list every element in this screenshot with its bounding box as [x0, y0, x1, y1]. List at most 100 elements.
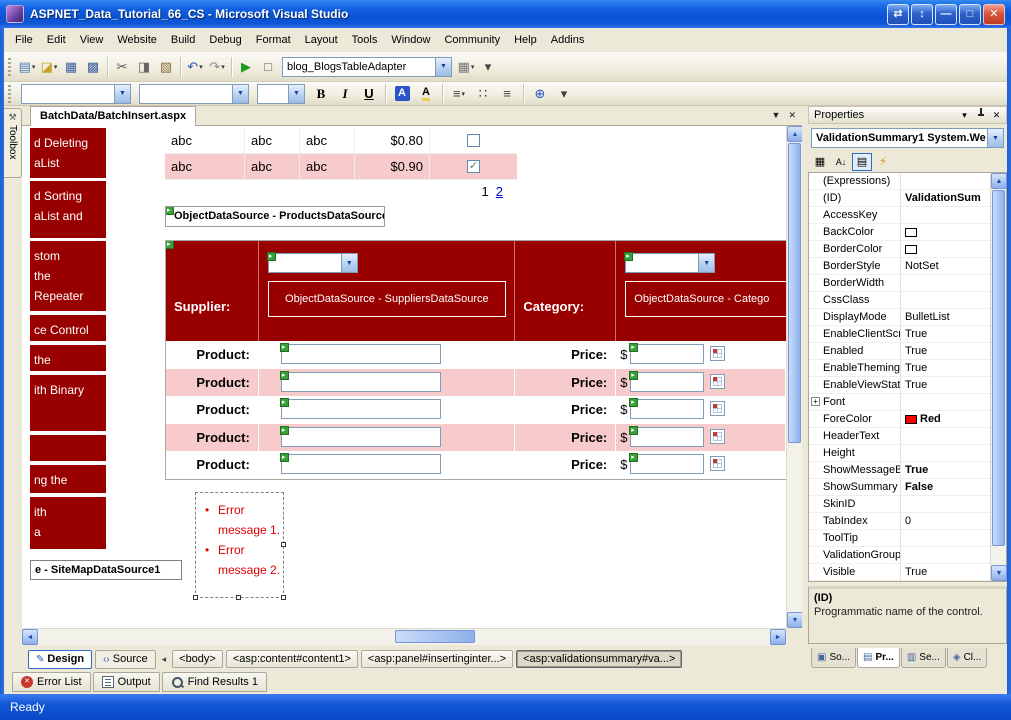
- property-row-height[interactable]: Height: [809, 445, 990, 462]
- scrollbar-thumb[interactable]: [395, 630, 475, 643]
- property-row-tabindex[interactable]: TabIndex 0: [809, 513, 990, 530]
- selection-handle[interactable]: [236, 595, 241, 600]
- property-row-displaymode[interactable]: DisplayMode BulletList: [809, 309, 990, 326]
- property-row-forecolor[interactable]: ForeColor Red: [809, 411, 990, 428]
- property-value[interactable]: True: [901, 564, 990, 580]
- sitemap-datasource-control[interactable]: e - SiteMapDataSource1: [30, 560, 182, 580]
- menu-item-format[interactable]: Format: [249, 30, 298, 50]
- properties-tab[interactable]: ▤ Pr...: [857, 648, 900, 668]
- scrollbar-thumb[interactable]: [788, 143, 801, 443]
- property-value[interactable]: [901, 241, 990, 257]
- selection-handle[interactable]: [193, 595, 198, 600]
- categories-datasource-control[interactable]: ObjectDataSource - Catego: [625, 281, 786, 317]
- property-value[interactable]: True: [901, 377, 990, 393]
- hyperlink-icon[interactable]: ⊕: [529, 83, 551, 105]
- property-row-font[interactable]: + Font: [809, 394, 990, 411]
- start-debug-icon[interactable]: ▶: [235, 56, 257, 78]
- window-menu-icon[interactable]: ▾: [957, 108, 972, 122]
- row-checkbox[interactable]: [467, 134, 480, 147]
- menu-item-website[interactable]: Website: [110, 30, 164, 50]
- data-adapter-icon[interactable]: ▦ ▾: [455, 56, 477, 78]
- sidebar-link-fragment[interactable]: ce Control: [30, 315, 106, 341]
- property-value[interactable]: [901, 394, 990, 410]
- menu-item-layout[interactable]: Layout: [298, 30, 345, 50]
- tag-aspvalidationsummaryva[interactable]: <asp:validationsummary#va...>: [516, 650, 683, 668]
- tag-scroll-left-icon[interactable]: ◂: [159, 654, 170, 665]
- property-row-bordercolor[interactable]: BorderColor: [809, 241, 990, 258]
- titlebar-arrows-button-1[interactable]: ⇄: [887, 3, 909, 25]
- find-results-tab[interactable]: Find Results 1: [161, 672, 267, 692]
- new-item-icon[interactable]: ▤ ▾: [16, 56, 38, 78]
- close-button[interactable]: ✕: [983, 3, 1005, 25]
- view-designer-icon[interactable]: □: [257, 56, 279, 78]
- row-checkbox[interactable]: ✓: [467, 160, 480, 173]
- table-adapter-combo[interactable]: blog_BlogsTableAdapter ▼: [282, 56, 452, 77]
- copy-icon[interactable]: ◨: [133, 56, 155, 78]
- property-row-skinid[interactable]: SkinID: [809, 496, 990, 513]
- property-value[interactable]: 0: [901, 513, 990, 529]
- sidebar-link-fragment[interactable]: d Deleting aList: [30, 128, 106, 178]
- menu-item-edit[interactable]: Edit: [40, 30, 73, 50]
- menu-item-debug[interactable]: Debug: [202, 30, 248, 50]
- validation-summary-control[interactable]: • Error message 1. • Error message 2.: [193, 492, 286, 600]
- categorized-icon[interactable]: ▦: [810, 153, 830, 171]
- property-value[interactable]: True: [901, 343, 990, 359]
- close-icon[interactable]: ✕: [788, 110, 796, 121]
- property-value[interactable]: True: [901, 462, 990, 478]
- property-row-enabletheming[interactable]: EnableTheming True: [809, 360, 990, 377]
- price-textbox[interactable]: [630, 344, 705, 364]
- product-textbox[interactable]: [280, 344, 441, 364]
- product-textbox[interactable]: [280, 454, 441, 475]
- undo-icon[interactable]: ↶ ▾: [184, 56, 206, 78]
- property-row-enableviewstate[interactable]: EnableViewState True: [809, 377, 990, 394]
- property-value[interactable]: BulletList: [901, 309, 990, 325]
- menu-item-help[interactable]: Help: [507, 30, 544, 50]
- close-icon[interactable]: ✕: [989, 108, 1004, 122]
- class-view-tab[interactable]: ◈ Cl...: [946, 648, 988, 668]
- property-row-showmessagebo[interactable]: ShowMessageBo True: [809, 462, 990, 479]
- price-textbox[interactable]: [630, 399, 705, 420]
- font-name-combo[interactable]: ▼: [139, 83, 249, 104]
- property-row-enabled[interactable]: Enabled True: [809, 343, 990, 360]
- solution-explorer-tab[interactable]: ▣ So...: [811, 648, 857, 668]
- scroll-right-icon[interactable]: ►: [770, 629, 786, 645]
- property-value[interactable]: [901, 207, 990, 223]
- scroll-left-icon[interactable]: ◄: [22, 629, 38, 645]
- property-value[interactable]: True: [901, 326, 990, 342]
- product-textbox[interactable]: [280, 426, 441, 447]
- alphabetical-sort-icon[interactable]: A↓: [831, 153, 851, 171]
- expand-icon[interactable]: +: [811, 397, 820, 406]
- property-value[interactable]: False: [901, 479, 990, 495]
- inserting-interface-panel[interactable]: Supplier: Databound ▼ ObjectDataSource -…: [165, 240, 786, 480]
- numbered-list-icon[interactable]: ≡: [496, 83, 518, 105]
- property-value[interactable]: [901, 547, 990, 563]
- price-textbox[interactable]: [630, 426, 705, 447]
- property-value[interactable]: True: [901, 360, 990, 376]
- object-selector-combo[interactable]: ValidationSummary1 System.We ▼: [811, 128, 1004, 148]
- foreground-color-icon[interactable]: A: [391, 83, 413, 105]
- events-icon[interactable]: ⚡: [873, 153, 893, 171]
- scroll-down-icon[interactable]: ▼: [787, 612, 803, 628]
- categories-dropdown[interactable]: Databound ▼: [625, 253, 716, 273]
- property-row-backcolor[interactable]: BackColor: [809, 224, 990, 241]
- sidebar-link-fragment[interactable]: stom the Repeater: [30, 241, 106, 311]
- scroll-up-icon[interactable]: ▲: [787, 126, 803, 142]
- font-size-combo[interactable]: ▼: [257, 83, 305, 104]
- paste-icon[interactable]: ▧: [155, 56, 177, 78]
- maximize-button[interactable]: □: [959, 3, 981, 25]
- price-textbox[interactable]: [630, 454, 705, 475]
- error-list-tab[interactable]: Error List: [12, 672, 91, 692]
- property-value[interactable]: [901, 173, 990, 189]
- tag-aspcontentcontent1[interactable]: <asp:content#content1>: [225, 650, 358, 668]
- tag-body[interactable]: <body>: [172, 650, 223, 668]
- minimize-button[interactable]: —: [935, 3, 957, 25]
- toolbar-overflow-icon[interactable]: ▾: [553, 83, 575, 105]
- cut-icon[interactable]: ✂: [111, 56, 133, 78]
- products-datasource-control[interactable]: ObjectDataSource - ProductsDataSource: [165, 206, 385, 227]
- toolbar-grip[interactable]: [8, 84, 11, 103]
- properties-view-icon[interactable]: ▤: [852, 152, 872, 171]
- product-textbox[interactable]: [280, 371, 441, 392]
- property-value[interactable]: [901, 224, 990, 240]
- save-icon[interactable]: ▦: [60, 56, 82, 78]
- toolbar-grip[interactable]: [8, 57, 11, 76]
